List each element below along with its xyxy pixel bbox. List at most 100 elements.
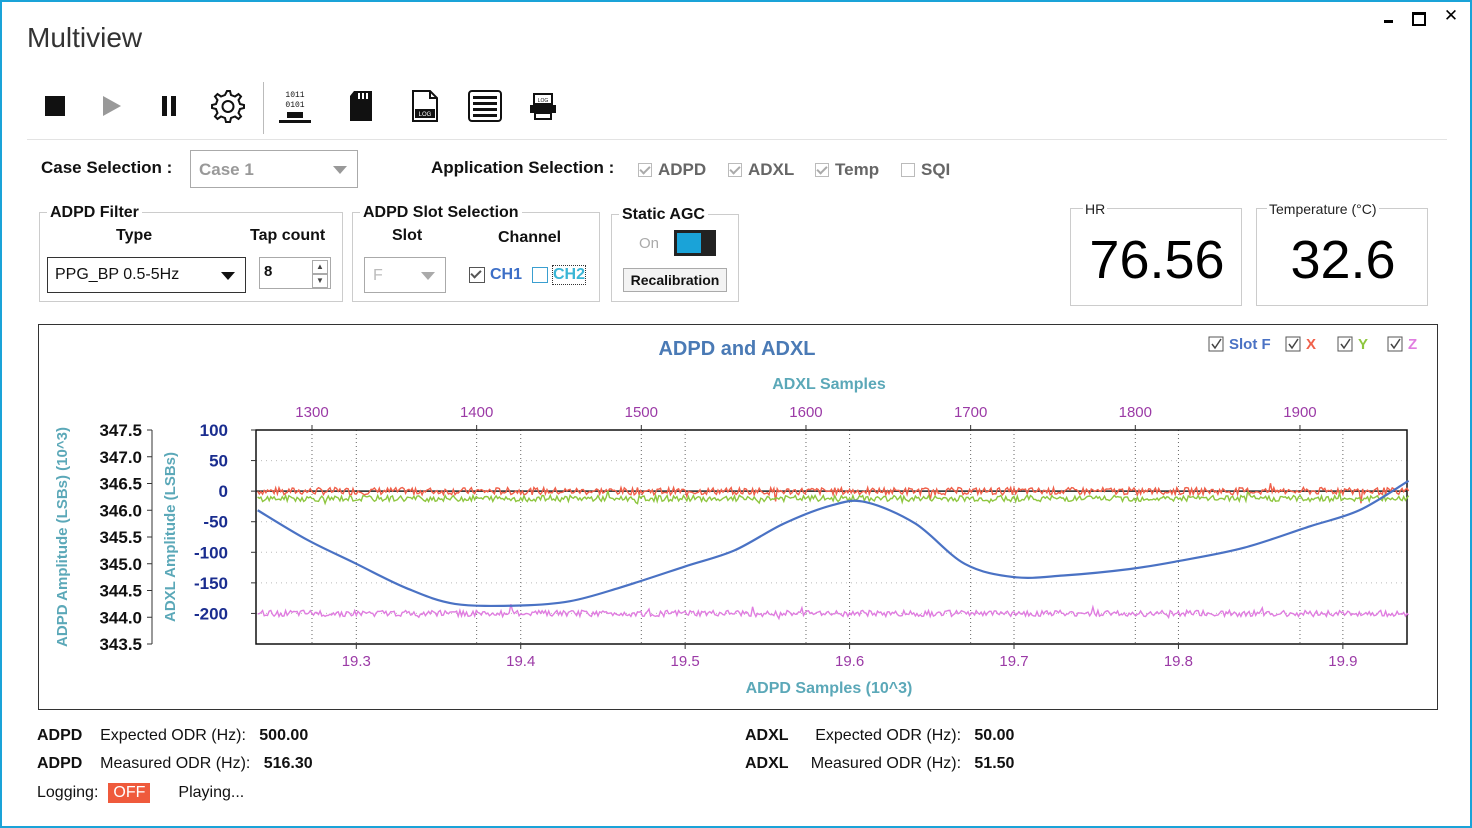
close-button[interactable]: ✕ — [1438, 6, 1464, 26]
legend-item-0[interactable]: Slot F — [1208, 336, 1271, 353]
logging-label: Logging: — [37, 784, 99, 801]
app-adxl-checkbox[interactable]: ADXL — [728, 160, 794, 180]
maximize-button[interactable] — [1406, 6, 1432, 31]
adxl-label: ADXL — [745, 755, 789, 772]
right-y-axis-label: ADXL Amplitude (LSBs) — [162, 452, 179, 622]
checkbox-icon — [532, 267, 548, 283]
chevron-down-icon — [421, 272, 435, 280]
app-window: Multiview ✕ 1011 0101 LOG LOG Case Selec… — [0, 0, 1472, 828]
slot-value: F — [373, 267, 383, 284]
bottom-tick-label-1: 19.4 — [506, 653, 535, 670]
legend-label: Z — [1408, 336, 1417, 353]
temperature-box: Temperature (°C) 32.6 — [1256, 201, 1428, 306]
legend-item-1[interactable]: X — [1285, 336, 1316, 353]
app-adxl-label: ADXL — [748, 160, 795, 179]
case-selection-value: Case 1 — [199, 160, 254, 179]
adpd-tick-label-3: 346.0 — [99, 501, 142, 520]
adpd-tick-label-4: 345.5 — [99, 528, 142, 547]
adpd-adxl-chart: ADPD and ADXL ADXL Samples ADPD Samples … — [54, 336, 1417, 697]
adpd-filter-title: ADPD Filter — [47, 204, 142, 222]
app-sqi-checkbox[interactable]: SQI — [901, 160, 950, 180]
legend-item-3[interactable]: Z — [1387, 336, 1417, 353]
logging-status-badge[interactable]: OFF — [108, 783, 151, 803]
adpd-measured-label: Measured ODR (Hz): — [100, 755, 251, 772]
bottom-tick-label-4: 19.7 — [999, 653, 1028, 670]
play-button[interactable] — [91, 86, 131, 126]
application-selection-label: Application Selection : — [431, 158, 615, 177]
top-tick-label-0: 1300 — [295, 404, 328, 421]
stop-button[interactable] — [35, 86, 75, 126]
adxl-measured-row: ADXL Measured ODR (Hz): 51.50 — [745, 755, 1014, 773]
tap-count-label: Tap count — [250, 227, 326, 244]
adxl-expected-row: ADXL Expected ODR (Hz): 50.00 — [745, 727, 1014, 745]
checkbox-icon — [728, 163, 742, 177]
tap-count-value: 8 — [264, 263, 273, 280]
bottom-x-axis-label: ADPD Samples (10^3) — [746, 680, 913, 697]
chart-title: ADPD and ADXL — [658, 338, 815, 360]
list-button[interactable] — [465, 86, 505, 126]
bottom-tick-label-0: 19.3 — [342, 653, 371, 670]
ch1-checkbox[interactable]: CH1 — [469, 266, 522, 284]
static-agc-title: Static AGC — [619, 206, 708, 224]
top-tick-label-1: 1400 — [460, 404, 493, 421]
maximize-icon — [1412, 12, 1426, 26]
channel-label: Channel — [498, 229, 562, 246]
adpd-label: ADPD — [37, 755, 83, 772]
temperature-value: 32.6 — [1290, 230, 1396, 290]
tap-count-stepper[interactable]: 8 ▲ ▼ — [259, 257, 331, 289]
log-printer-label: LOG — [538, 98, 549, 104]
app-temp-checkbox[interactable]: Temp — [815, 160, 879, 180]
agc-toggle[interactable] — [674, 230, 716, 256]
stop-icon — [45, 96, 65, 116]
binary-icon: 1011 0101 — [279, 91, 311, 123]
filter-type-combo[interactable]: PPG_BP 0.5-5Hz — [47, 257, 246, 293]
adpd-expected-value: 500.00 — [259, 727, 309, 744]
stepper-down-icon[interactable]: ▼ — [312, 274, 328, 288]
legend-label: Y — [1358, 336, 1368, 353]
top-tick-label-4: 1700 — [954, 404, 987, 421]
adxl-tick-label-4: -100 — [194, 543, 228, 562]
playing-status: Playing... — [178, 784, 245, 801]
checkbox-icon — [638, 163, 652, 177]
adxl-tick-label-2: 0 — [219, 482, 228, 501]
top-tick-label-6: 1900 — [1283, 404, 1316, 421]
checkbox-icon — [901, 163, 915, 177]
sd-card-button[interactable] — [341, 86, 381, 126]
ch1-label: CH1 — [490, 266, 523, 283]
pause-button[interactable] — [149, 86, 189, 126]
settings-icon — [211, 90, 245, 123]
slot-combo[interactable]: F — [364, 257, 446, 293]
adpd-expected-label: Expected ODR (Hz): — [100, 727, 246, 744]
app-adpd-checkbox[interactable]: ADPD — [638, 160, 706, 180]
case-selection-combo[interactable]: Case 1 — [190, 150, 358, 188]
adpd-tick-label-1: 347.0 — [99, 448, 142, 467]
settings-button[interactable] — [207, 86, 247, 126]
adpd-measured-row: ADPD Measured ODR (Hz): 516.30 — [37, 755, 313, 773]
binary-button[interactable]: 1011 0101 — [273, 86, 317, 126]
log-printer-button[interactable]: LOG — [523, 86, 563, 126]
bottom-tick-label-5: 19.8 — [1164, 653, 1193, 670]
agc-on-label: On — [639, 235, 660, 252]
adpd-expected-row: ADPD Expected ODR (Hz): 500.00 — [37, 727, 308, 745]
bottom-tick-label-3: 19.6 — [835, 653, 864, 670]
minimize-button[interactable] — [1375, 6, 1401, 28]
log-file-button[interactable]: LOG — [405, 86, 445, 126]
window-title: Multiview — [27, 22, 143, 53]
temperature-label: Temperature (°C) — [1267, 201, 1379, 217]
adxl-measured-label: Measured ODR (Hz): — [810, 755, 962, 772]
toolbar: 1011 0101 LOG LOG — [27, 82, 1447, 140]
stepper-up-icon[interactable]: ▲ — [312, 260, 328, 274]
legend-item-2[interactable]: Y — [1337, 336, 1368, 353]
slot-selection-title: ADPD Slot Selection — [360, 204, 522, 222]
adpd-tick-label-0: 347.5 — [99, 421, 142, 440]
adpd-tick-label-5: 345.0 — [99, 555, 142, 574]
recalibration-button[interactable]: Recalibration — [623, 268, 727, 292]
logging-row: Logging: OFF Playing... — [37, 783, 244, 803]
toggle-knob — [677, 233, 701, 253]
ch2-checkbox[interactable]: CH2 — [532, 265, 587, 285]
chart-panel: ADPD and ADXL ADXL Samples ADPD Samples … — [38, 324, 1438, 710]
hr-box: HR 76.56 — [1070, 201, 1242, 306]
minimize-icon — [1383, 20, 1393, 23]
adpd-tick-label-2: 346.5 — [99, 475, 142, 494]
adpd-tick-label-8: 343.5 — [99, 635, 142, 654]
